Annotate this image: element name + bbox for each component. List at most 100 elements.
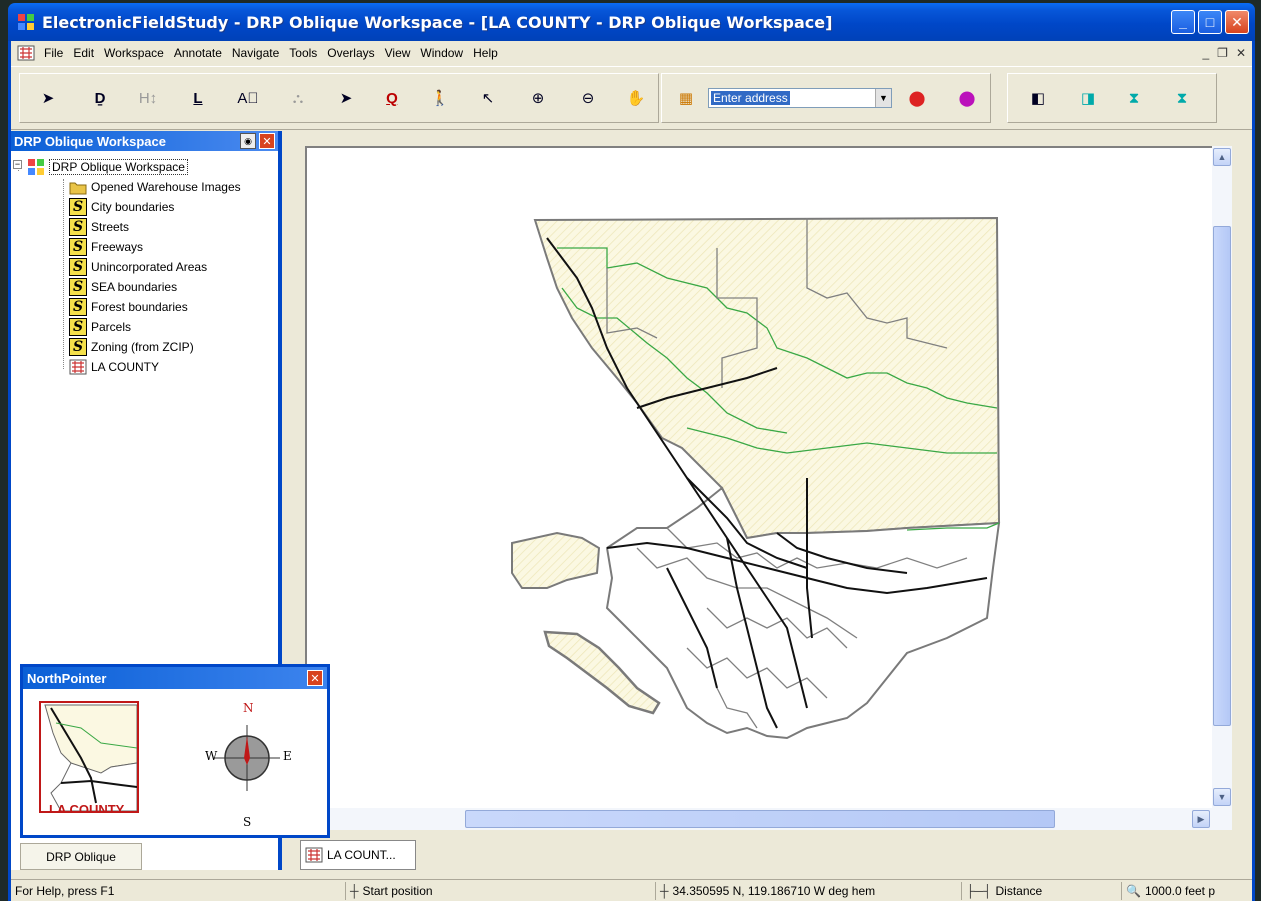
pointer-icon[interactable]: ➤ — [335, 87, 357, 109]
tree-item-label: Streets — [91, 220, 130, 234]
menu-navigate[interactable]: Navigate — [227, 46, 284, 60]
address-combobox[interactable]: Enter address ▼ — [708, 88, 892, 108]
tree-item-label: City boundaries — [91, 200, 175, 214]
tree-item[interactable]: S SEA boundaries — [69, 277, 177, 297]
shapefile-icon: S — [69, 258, 87, 276]
crosshair-icon: ┼ — [660, 884, 669, 898]
northpointer-panel[interactable]: NorthPointer ✕ LA COUNTY N E S W — [20, 664, 330, 838]
vertical-scrollbar[interactable]: ▲ ▼ — [1212, 146, 1232, 830]
shapefile-icon: S — [69, 298, 87, 316]
la-county-map[interactable] — [307, 148, 1228, 828]
menu-view[interactable]: View — [380, 46, 416, 60]
shapefile-icon: S — [69, 238, 87, 256]
tab-drp-oblique[interactable]: DRP Oblique — [20, 843, 142, 870]
crosshair-icon: ┼ — [350, 884, 359, 898]
menu-bar: File Edit Workspace Annotate Navigate To… — [11, 41, 1252, 65]
tree-item[interactable]: S Freeways — [69, 237, 143, 257]
tree-item[interactable]: S City boundaries — [69, 197, 174, 217]
status-coords-text: 34.350595 N, 119.186710 W deg hem — [672, 884, 876, 898]
magnifier-icon: 🔍 — [1126, 884, 1141, 898]
map-view[interactable] — [305, 146, 1230, 830]
mdi-minimize-button[interactable]: _ — [1202, 46, 1209, 60]
status-scale: 🔍 1000.0 feet p — [1121, 882, 1252, 900]
minimap-label: LA COUNTY — [49, 802, 125, 813]
status-help-text: For Help, press F1 — [15, 884, 115, 898]
tree-item[interactable]: S Streets — [69, 217, 129, 237]
oblique-east-icon[interactable]: ◨ — [1077, 87, 1099, 109]
query-icon[interactable]: Q — [381, 87, 403, 109]
panel-close-icon[interactable]: ✕ — [259, 133, 275, 149]
menu-file[interactable]: File — [39, 46, 68, 60]
chevron-down-icon[interactable]: ▼ — [875, 89, 891, 107]
maximize-button[interactable]: □ — [1198, 10, 1222, 34]
mdi-restore-button[interactable]: ❐ — [1217, 46, 1228, 60]
minimize-button[interactable]: _ — [1171, 10, 1195, 34]
overview-minimap[interactable]: LA COUNTY — [39, 701, 139, 813]
toolbar: ➤ Ḏ H↕ L A⃞ ⛬ ➤ Q 🚶 ↖ ⊕ ⊖ ✋ ▦ Enter addr… — [11, 66, 1252, 130]
menu-workspace[interactable]: Workspace — [99, 46, 169, 60]
menu-window[interactable]: Window — [415, 46, 468, 60]
minimap-drawing — [44, 704, 137, 811]
tree-item-label: Opened Warehouse Images — [91, 180, 241, 194]
shapefile-icon: S — [69, 278, 87, 296]
map-document-icon — [69, 358, 87, 376]
status-start-position: ┼ Start position — [345, 882, 655, 900]
menu-edit[interactable]: Edit — [68, 46, 99, 60]
tree-root[interactable]: − DRP Oblique Workspace — [11, 157, 188, 177]
pin-icon[interactable]: ◉ — [240, 133, 256, 149]
mdi-close-button[interactable]: ✕ — [1236, 46, 1246, 60]
oblique-south-icon[interactable]: ⧗ — [1171, 87, 1193, 109]
horizontal-scrollbar[interactable]: ▶ — [305, 808, 1212, 830]
collapse-icon[interactable]: − — [13, 160, 22, 169]
select-tool-icon[interactable]: ➤ — [37, 87, 59, 109]
northpointer-body: LA COUNTY N E S W — [23, 689, 327, 835]
tree-item-label: LA COUNTY — [91, 360, 160, 374]
identify-icon[interactable]: ↖ — [477, 87, 499, 109]
tree-item[interactable]: Opened Warehouse Images — [69, 177, 241, 197]
tab-drp-oblique-label: DRP Oblique — [46, 849, 116, 864]
close-button[interactable]: ✕ — [1225, 10, 1249, 34]
walk-icon[interactable]: 🚶 — [429, 87, 451, 109]
pan-hand-icon[interactable]: ✋ — [625, 87, 647, 109]
scroll-down-icon[interactable]: ▼ — [1213, 788, 1231, 806]
tree-item[interactable]: S Parcels — [69, 317, 131, 337]
tree-item[interactable]: S Unincorporated Areas — [69, 257, 207, 277]
document-icon — [17, 45, 35, 61]
tree-item[interactable]: S Zoning (from ZCIP) — [69, 337, 194, 357]
measure-height-icon[interactable]: H↕ — [137, 87, 159, 109]
draw-line-icon[interactable]: L — [187, 87, 209, 109]
title-bar[interactable]: ElectronicFieldStudy - DRP Oblique Works… — [8, 3, 1255, 41]
app-icon — [18, 14, 34, 30]
zoom-out-icon[interactable]: ⊖ — [577, 87, 599, 109]
tree-item[interactable]: LA COUNTY — [69, 357, 159, 377]
zoom-in-icon[interactable]: ⊕ — [527, 87, 549, 109]
status-distance-text: Distance — [995, 884, 1043, 898]
address-locator-icon[interactable]: ▦ — [675, 87, 697, 109]
compass-north: N — [243, 701, 254, 715]
menu-overlays[interactable]: Overlays — [322, 46, 379, 60]
document-tab-label: LA COUNT... — [327, 848, 396, 862]
northpointer-close-icon[interactable]: ✕ — [307, 670, 323, 686]
folder-icon — [69, 178, 87, 196]
vertical-scroll-thumb[interactable] — [1213, 226, 1231, 726]
horizontal-scroll-thumb[interactable] — [465, 810, 1055, 828]
shapefile-icon: S — [69, 198, 87, 216]
document-tab[interactable]: LA COUNT... — [300, 840, 416, 870]
menu-annotate[interactable]: Annotate — [169, 46, 227, 60]
polygon-tool-icon[interactable]: ⛬ — [287, 87, 309, 109]
tree-item-label: Unincorporated Areas — [91, 260, 208, 274]
scroll-up-icon[interactable]: ▲ — [1213, 148, 1231, 166]
shapefile-icon: S — [69, 318, 87, 336]
tree-item[interactable]: S Forest boundaries — [69, 297, 188, 317]
northpointer-title-bar[interactable]: NorthPointer ✕ — [23, 667, 327, 689]
oblique-north-icon[interactable]: ⧗ — [1123, 87, 1145, 109]
menu-help[interactable]: Help — [468, 46, 503, 60]
oblique-west-icon[interactable]: ◧ — [1027, 87, 1049, 109]
menu-tools[interactable]: Tools — [284, 46, 322, 60]
globe-pin-icon[interactable]: ⬤ — [906, 87, 928, 109]
scroll-right-icon[interactable]: ▶ — [1192, 810, 1210, 828]
text-annotation-icon[interactable]: A⃞ — [237, 87, 259, 109]
address-input[interactable]: Enter address — [711, 91, 790, 105]
draw-point-icon[interactable]: Ḏ — [89, 87, 111, 109]
globe-marker-icon[interactable]: ⬤ — [956, 87, 978, 109]
